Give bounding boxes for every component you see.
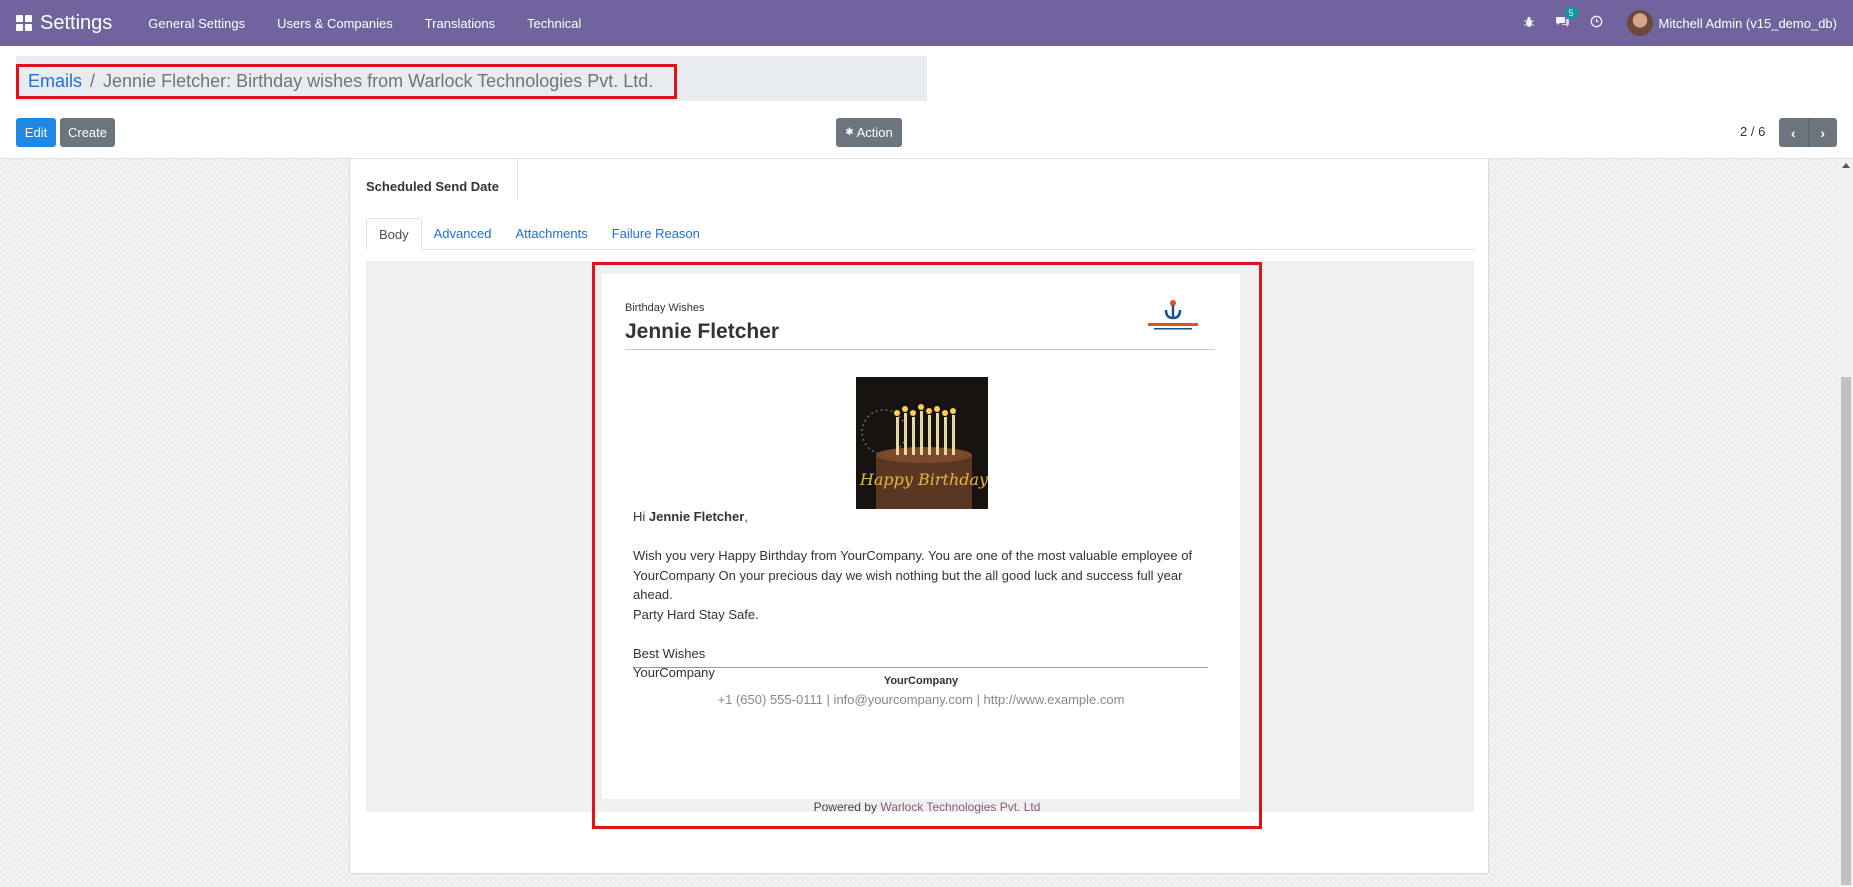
tab-body[interactable]: Body [366, 218, 422, 250]
breadcrumb-emails-link[interactable]: Emails [28, 71, 82, 92]
menu-users-companies[interactable]: Users & Companies [277, 16, 393, 31]
notebook-tabs: Body Advanced Attachments Failure Reason [366, 218, 1474, 250]
app-title[interactable]: Settings [40, 12, 112, 35]
tab-attachments[interactable]: Attachments [503, 218, 599, 249]
user-menu[interactable]: Mitchell Admin (v15_demo_db) [1659, 16, 1837, 31]
pager-next-button[interactable]: › [1808, 118, 1837, 147]
systray: 5 Mitchell Admin (v15_demo_db) [1513, 7, 1853, 36]
breadcrumb-separator: / [90, 71, 96, 91]
control-panel: Emails / Jennie Fletcher: Birthday wishe… [0, 46, 1853, 159]
vertical-scrollbar[interactable] [1839, 159, 1853, 887]
chevron-left-icon: ‹ [1790, 124, 1796, 141]
top-navbar: Settings General Settings Users & Compan… [0, 0, 1853, 46]
email-body-preview: Birthday Wishes Jennie Fletcher Happy Bi… [366, 261, 1474, 829]
create-button[interactable]: Create [60, 118, 115, 147]
activity-clock-icon[interactable] [1590, 15, 1603, 31]
user-avatar[interactable] [1626, 10, 1653, 36]
chevron-right-icon: › [1820, 124, 1826, 141]
menu-translations[interactable]: Translations [425, 16, 495, 31]
edit-button[interactable]: Edit [16, 118, 56, 147]
email-highlight-frame [592, 262, 1262, 829]
apps-menu-icon[interactable] [16, 15, 32, 31]
scrollbar-thumb[interactable] [1841, 377, 1851, 885]
tab-failure-reason[interactable]: Failure Reason [600, 218, 712, 249]
gear-icon: ✱ [845, 127, 854, 138]
menu-general-settings[interactable]: General Settings [148, 16, 245, 31]
breadcrumb: Emails / Jennie Fletcher: Birthday wishe… [16, 64, 677, 99]
pager-buttons: ‹ › [1779, 118, 1837, 147]
action-button[interactable]: ✱ Action [836, 118, 902, 147]
field-separator [517, 159, 518, 200]
debug-bug-icon[interactable] [1523, 16, 1535, 31]
tab-advanced[interactable]: Advanced [422, 218, 504, 249]
scroll-up-arrow-icon[interactable] [1842, 163, 1850, 168]
scheduled-send-date-label: Scheduled Send Date [366, 179, 499, 194]
pager-previous-button[interactable]: ‹ [1779, 118, 1809, 147]
action-button-label: Action [856, 125, 893, 140]
pager-value[interactable]: 2 / 6 [1740, 124, 1765, 139]
breadcrumb-current: Jennie Fletcher: Birthday wishes from Wa… [103, 71, 654, 91]
menu-technical[interactable]: Technical [527, 16, 581, 31]
messages-icon[interactable]: 5 [1555, 7, 1578, 31]
form-content-area: Scheduled Send Date Body Advanced Attach… [0, 159, 1853, 887]
form-sheet: Scheduled Send Date Body Advanced Attach… [349, 159, 1489, 874]
messages-count-badge: 5 [1564, 7, 1578, 19]
